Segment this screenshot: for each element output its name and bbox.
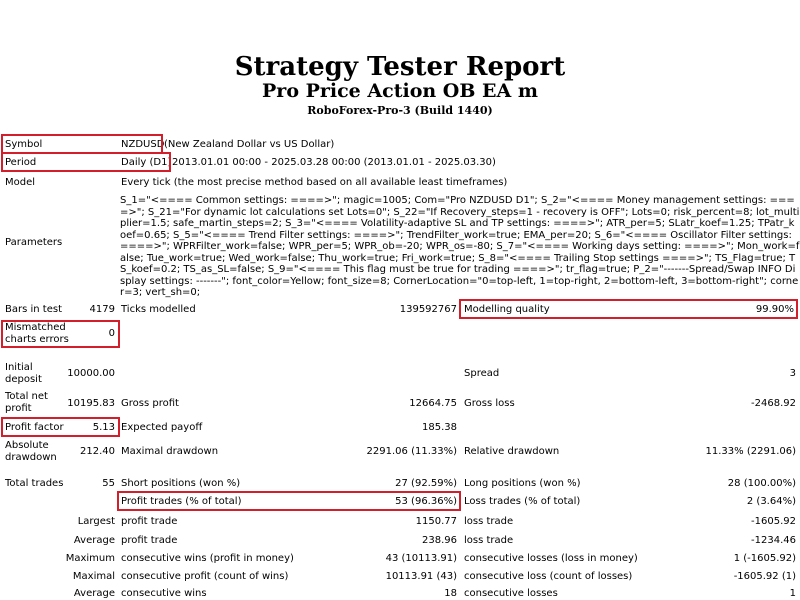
net-profit-value: 10195.83 (67, 398, 115, 409)
period-range: 2013.01.01 00:00 - 2025.03.28 00:00 (201… (172, 157, 496, 168)
short-positions-label: Short positions (won %) (121, 478, 241, 489)
row-value-2: 1 (789, 588, 796, 599)
row-value-1: 1150.77 (415, 516, 457, 527)
row-value-1: 43 (10113.91) (385, 553, 457, 564)
row-label-2: consecutive losses (loss in money) (464, 553, 638, 564)
row-label-1: profit trade (121, 516, 178, 527)
gross-profit-label: Gross profit (121, 398, 179, 409)
row-label-1: profit trade (121, 535, 178, 546)
parameters-label: Parameters (5, 237, 63, 248)
bars-value: 4179 (89, 304, 115, 315)
row-label-1: consecutive profit (count of wins) (121, 571, 289, 582)
row-value-1: 18 (444, 588, 457, 599)
row-label-2: consecutive loss (count of losses) (464, 571, 633, 582)
ticks-label: Ticks modelled (121, 304, 196, 315)
row-label-2: loss trade (464, 535, 514, 546)
row-prefix: Average (73, 535, 115, 546)
initial-deposit-value: 10000.00 (67, 368, 115, 379)
report-title: Strategy Tester Report (234, 52, 566, 82)
highlight-profit-factor (1, 417, 120, 437)
report-subtitle: Pro Price Action OB EA m (262, 80, 538, 102)
row-value-1: 10113.91 (43) (385, 571, 457, 582)
parameters-text: S_1="<==== Common settings: ====>"; magi… (120, 195, 800, 298)
row-label-1: consecutive wins (121, 588, 207, 599)
row-value-2: -1605.92 (751, 516, 796, 527)
expected-payoff-label: Expected payoff (121, 422, 203, 433)
row-prefix: Largest (77, 516, 115, 527)
row-prefix: Average (73, 588, 115, 599)
highlight-profit-trades (117, 491, 461, 511)
long-positions-label: Long positions (won %) (464, 478, 581, 489)
total-trades-value: 55 (102, 478, 115, 489)
total-trades-label: Total trades (5, 478, 64, 489)
ticks-value: 139592767 (399, 304, 457, 315)
row-prefix: Maximal (72, 571, 115, 582)
model-value: Every tick (the most precise method base… (121, 177, 508, 188)
row-prefix: Maximum (65, 553, 115, 564)
row-value-1: 238.96 (422, 535, 457, 546)
maximal-drawdown-value: 2291.06 (11.33%) (366, 446, 457, 457)
row-label-1: consecutive wins (profit in money) (121, 553, 294, 564)
maximal-drawdown-label: Maximal drawdown (121, 446, 219, 457)
expected-payoff-value: 185.38 (422, 422, 457, 433)
gross-loss-value: -2468.92 (751, 398, 796, 409)
relative-drawdown-value: 11.33% (2291.06) (705, 446, 796, 457)
spread-value: 3 (789, 368, 796, 379)
highlight-mismatched (1, 320, 120, 348)
highlight-period (1, 152, 171, 172)
row-label-2: consecutive losses (464, 588, 558, 599)
loss-trades-value: 2 (3.64%) (746, 496, 796, 507)
spread-label: Spread (464, 368, 500, 379)
symbol-description: (New Zealand Dollar vs US Dollar) (164, 139, 335, 150)
long-positions-value: 28 (100.00%) (727, 478, 796, 489)
row-value-2: -1234.46 (751, 535, 796, 546)
highlight-symbol (1, 134, 163, 154)
absolute-drawdown-value: 212.40 (80, 446, 115, 457)
gross-profit-value: 12664.75 (409, 398, 457, 409)
model-label: Model (5, 177, 36, 188)
loss-trades-label: Loss trades (% of total) (464, 496, 581, 507)
short-positions-value: 27 (92.59%) (395, 478, 457, 489)
row-value-2: -1605.92 (1) (733, 571, 796, 582)
report-server: RoboForex-Pro-3 (Build 1440) (307, 104, 493, 117)
gross-loss-label: Gross loss (464, 398, 515, 409)
row-value-2: 1 (-1605.92) (733, 553, 796, 564)
bars-label: Bars in test (5, 304, 62, 315)
row-label-2: loss trade (464, 516, 514, 527)
relative-drawdown-label: Relative drawdown (464, 446, 560, 457)
highlight-quality (459, 299, 798, 319)
